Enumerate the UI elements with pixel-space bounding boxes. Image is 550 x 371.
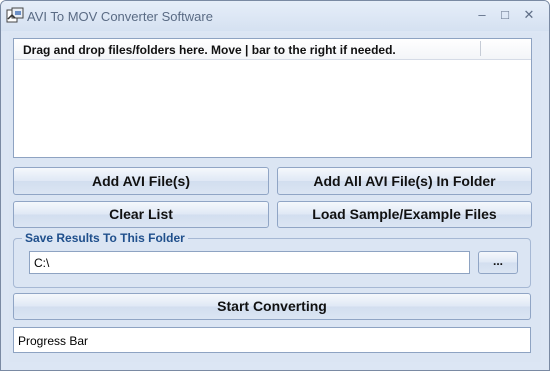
output-folder-input[interactable] xyxy=(29,251,470,274)
file-drop-list[interactable]: Drag and drop files/folders here. Move |… xyxy=(13,38,532,158)
title-bar[interactable]: AVI To MOV Converter Software – □ ✕ xyxy=(1,1,549,31)
client-area: Drag and drop files/folders here. Move |… xyxy=(9,33,541,362)
app-icon[interactable] xyxy=(6,7,24,25)
app-window: AVI To MOV Converter Software – □ ✕ Drag… xyxy=(0,0,550,371)
save-folder-group-label: Save Results To This Folder xyxy=(22,231,188,245)
column-divider[interactable] xyxy=(480,41,481,56)
add-avi-files-button[interactable]: Add AVI File(s) xyxy=(13,167,269,195)
save-folder-group: Save Results To This Folder ... xyxy=(13,231,531,288)
clear-list-button[interactable]: Clear List xyxy=(13,201,269,228)
browse-button[interactable]: ... xyxy=(478,251,518,274)
progress-bar: Progress Bar xyxy=(13,327,531,353)
window-title: AVI To MOV Converter Software xyxy=(27,9,213,24)
start-converting-button[interactable]: Start Converting xyxy=(13,293,531,320)
close-button[interactable]: ✕ xyxy=(519,7,539,23)
maximize-button[interactable]: □ xyxy=(495,7,515,23)
add-folder-button[interactable]: Add All AVI File(s) In Folder xyxy=(277,167,532,195)
load-sample-button[interactable]: Load Sample/Example Files xyxy=(277,201,532,228)
progress-bar-label: Progress Bar xyxy=(18,334,89,348)
minimize-button[interactable]: – xyxy=(472,7,492,23)
file-list-header[interactable]: Drag and drop files/folders here. Move |… xyxy=(14,39,531,60)
file-list-header-label: Drag and drop files/folders here. Move |… xyxy=(23,43,396,57)
